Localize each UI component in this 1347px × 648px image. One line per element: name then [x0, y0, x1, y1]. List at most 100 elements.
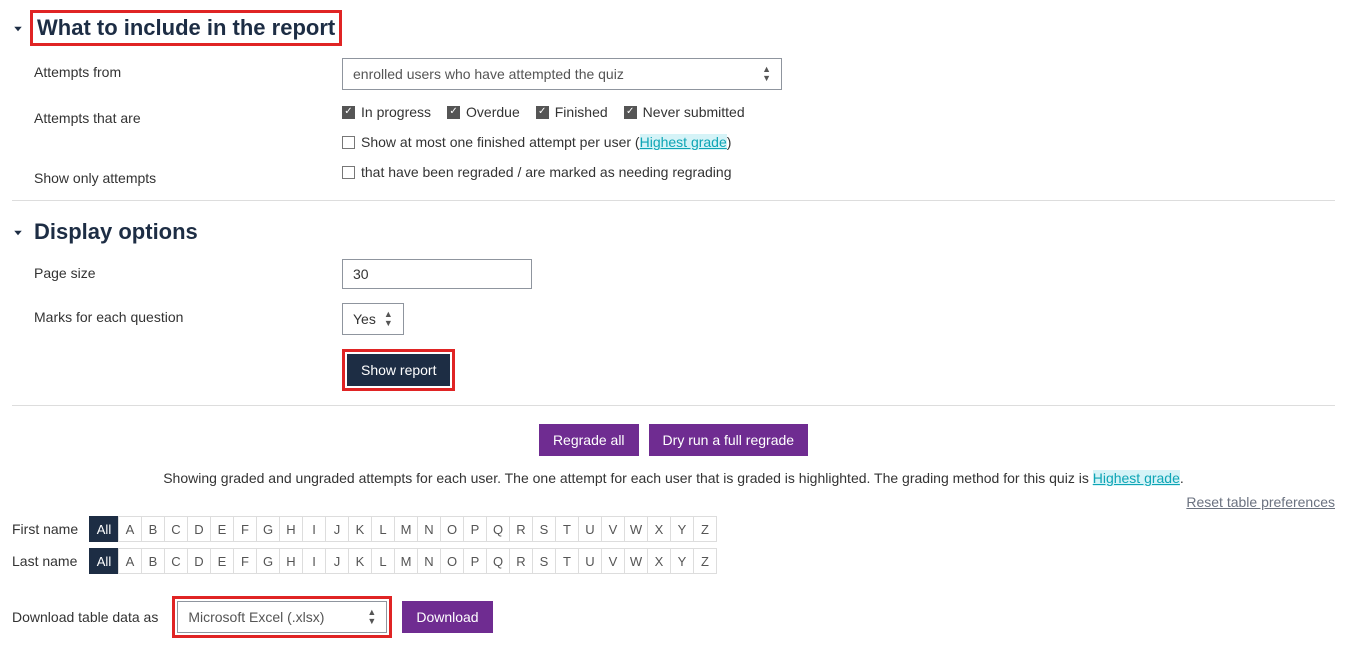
divider: [12, 200, 1335, 201]
alpha-cell-j[interactable]: J: [325, 516, 349, 542]
checkbox-label: In progress: [361, 104, 431, 120]
checkbox-in-progress[interactable]: ✓ In progress: [342, 104, 431, 120]
alpha-cell-q[interactable]: Q: [486, 516, 510, 542]
alpha-cell-t[interactable]: T: [555, 548, 579, 574]
alpha-cell-a[interactable]: A: [118, 548, 142, 574]
checkbox-at-most-one[interactable]: Show at most one finished attempt per us…: [342, 134, 731, 150]
highlight-box: Microsoft Excel (.xlsx) ▲▼: [172, 596, 392, 638]
alpha-cell-r[interactable]: R: [509, 548, 533, 574]
alpha-cell-i[interactable]: I: [302, 516, 326, 542]
check-icon: ✓: [536, 106, 549, 119]
label-show-only-attempts: Show only attempts: [12, 164, 342, 186]
first-name-filter: AllABCDEFGHIJKLMNOPQRSTUVWXYZ: [90, 516, 717, 542]
alpha-cell-u[interactable]: U: [578, 548, 602, 574]
alpha-cell-f[interactable]: F: [233, 516, 257, 542]
alpha-cell-x[interactable]: X: [647, 516, 671, 542]
input-page-size[interactable]: 30: [342, 259, 532, 289]
alpha-cell-o[interactable]: O: [440, 548, 464, 574]
checkbox-never-submitted[interactable]: ✓ Never submitted: [624, 104, 745, 120]
checkbox-overdue[interactable]: ✓ Overdue: [447, 104, 520, 120]
select-caret-icon: ▲▼: [762, 65, 771, 83]
alpha-cell-g[interactable]: G: [256, 548, 280, 574]
alpha-cell-u[interactable]: U: [578, 516, 602, 542]
checkbox-label: Finished: [555, 104, 608, 120]
select-attempts-from-value: enrolled users who have attempted the qu…: [353, 66, 624, 82]
select-attempts-from[interactable]: enrolled users who have attempted the qu…: [342, 58, 782, 90]
label-first-name: First name: [12, 521, 84, 537]
alpha-cell-r[interactable]: R: [509, 516, 533, 542]
alpha-cell-x[interactable]: X: [647, 548, 671, 574]
chevron-down-icon[interactable]: [12, 226, 24, 238]
select-download-format-value: Microsoft Excel (.xlsx): [188, 609, 324, 625]
alpha-cell-k[interactable]: K: [348, 516, 372, 542]
select-marks-value: Yes: [353, 311, 376, 327]
alpha-cell-d[interactable]: D: [187, 516, 211, 542]
alpha-cell-f[interactable]: F: [233, 548, 257, 574]
alpha-cell-o[interactable]: O: [440, 516, 464, 542]
select-caret-icon: ▲▼: [367, 608, 376, 626]
select-caret-icon: ▲▼: [384, 310, 393, 328]
checkbox-label: Never submitted: [643, 104, 745, 120]
alpha-cell-w[interactable]: W: [624, 548, 648, 574]
label-page-size: Page size: [12, 259, 342, 281]
alpha-cell-e[interactable]: E: [210, 548, 234, 574]
alpha-cell-d[interactable]: D: [187, 548, 211, 574]
alpha-cell-a[interactable]: A: [118, 516, 142, 542]
section-title-display: Display options: [30, 217, 202, 247]
alpha-cell-h[interactable]: H: [279, 548, 303, 574]
alpha-cell-e[interactable]: E: [210, 516, 234, 542]
check-icon: [342, 136, 355, 149]
alpha-cell-w[interactable]: W: [624, 516, 648, 542]
checkbox-finished[interactable]: ✓ Finished: [536, 104, 608, 120]
alpha-cell-z[interactable]: Z: [693, 548, 717, 574]
regrade-all-button[interactable]: Regrade all: [539, 424, 639, 456]
dry-run-regrade-button[interactable]: Dry run a full regrade: [649, 424, 809, 456]
alpha-cell-n[interactable]: N: [417, 516, 441, 542]
show-report-button[interactable]: Show report: [347, 354, 450, 386]
alpha-cell-s[interactable]: S: [532, 548, 556, 574]
alpha-cell-z[interactable]: Z: [693, 516, 717, 542]
alpha-cell-b[interactable]: B: [141, 516, 165, 542]
section-title-include: What to include in the report: [30, 10, 342, 46]
alpha-cell-m[interactable]: M: [394, 516, 418, 542]
checkbox-label: Overdue: [466, 104, 520, 120]
alpha-cell-l[interactable]: L: [371, 516, 395, 542]
label-attempts-from: Attempts from: [12, 58, 342, 80]
info-text: Showing graded and ungraded attempts for…: [12, 470, 1335, 486]
alpha-cell-b[interactable]: B: [141, 548, 165, 574]
alpha-cell-p[interactable]: P: [463, 548, 487, 574]
alpha-cell-c[interactable]: C: [164, 516, 188, 542]
alpha-cell-i[interactable]: I: [302, 548, 326, 574]
alpha-cell-k[interactable]: K: [348, 548, 372, 574]
checkbox-label: Show at most one finished attempt per us…: [361, 134, 731, 150]
alpha-cell-v[interactable]: V: [601, 516, 625, 542]
download-button[interactable]: Download: [402, 601, 492, 633]
chevron-down-icon[interactable]: [12, 22, 24, 34]
link-highest-grade[interactable]: Highest grade: [640, 134, 727, 150]
alpha-cell-all[interactable]: All: [89, 516, 119, 542]
alpha-cell-n[interactable]: N: [417, 548, 441, 574]
alpha-cell-l[interactable]: L: [371, 548, 395, 574]
alpha-cell-t[interactable]: T: [555, 516, 579, 542]
alpha-cell-y[interactable]: Y: [670, 516, 694, 542]
alpha-cell-y[interactable]: Y: [670, 548, 694, 574]
select-marks[interactable]: Yes ▲▼: [342, 303, 404, 335]
label-marks-each-question: Marks for each question: [12, 303, 342, 325]
reset-table-preferences-link[interactable]: Reset table preferences: [1186, 494, 1335, 510]
alpha-cell-m[interactable]: M: [394, 548, 418, 574]
alpha-cell-p[interactable]: P: [463, 516, 487, 542]
divider: [12, 405, 1335, 406]
alpha-cell-all[interactable]: All: [89, 548, 119, 574]
alpha-cell-c[interactable]: C: [164, 548, 188, 574]
alpha-cell-q[interactable]: Q: [486, 548, 510, 574]
alpha-cell-j[interactable]: J: [325, 548, 349, 574]
checkbox-label: that have been regraded / are marked as …: [361, 164, 731, 180]
alpha-cell-v[interactable]: V: [601, 548, 625, 574]
checkbox-regraded[interactable]: that have been regraded / are marked as …: [342, 164, 731, 180]
link-highest-grade-info[interactable]: Highest grade: [1093, 470, 1180, 486]
alpha-cell-s[interactable]: S: [532, 516, 556, 542]
alpha-cell-g[interactable]: G: [256, 516, 280, 542]
alpha-cell-h[interactable]: H: [279, 516, 303, 542]
select-download-format[interactable]: Microsoft Excel (.xlsx) ▲▼: [177, 601, 387, 633]
check-icon: [342, 166, 355, 179]
